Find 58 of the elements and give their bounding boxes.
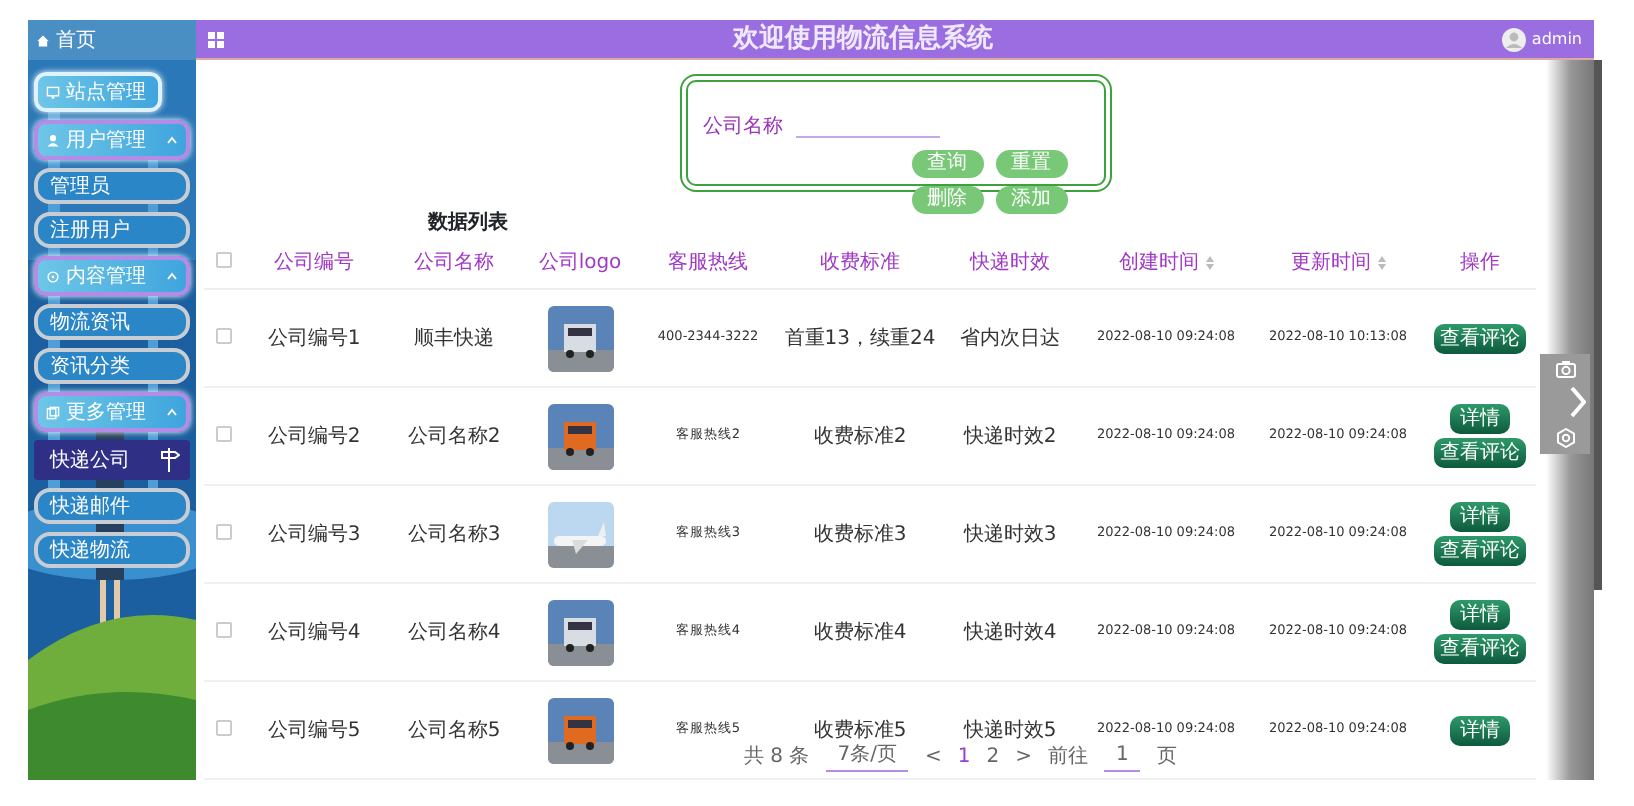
column-header[interactable]: 公司logo <box>538 251 622 274</box>
home-link[interactable]: 首页 <box>28 20 196 60</box>
page-title: 欢迎使用物流信息系统 <box>730 21 995 58</box>
details-button[interactable]: 详情 <box>1450 404 1510 434</box>
submenu-item[interactable]: 快递公司 <box>34 440 190 480</box>
submenu-item[interactable]: 快递邮件 <box>34 488 190 524</box>
table-cell: 公司编号5 <box>267 719 361 741</box>
column-header[interactable]: 快递时效 <box>970 251 1050 274</box>
column-header[interactable]: 更新时间 <box>1290 251 1378 274</box>
column-header[interactable]: 公司名称 <box>414 251 494 274</box>
page-input[interactable]: 1 <box>1104 740 1141 772</box>
table-cell: 收费标准4 <box>813 621 907 643</box>
table-cell: 快递时效4 <box>963 621 1057 643</box>
table-cell: 公司编号1 <box>267 327 361 349</box>
submenu-item[interactable]: 资讯分类 <box>34 348 190 384</box>
table-cell: 公司编号4 <box>267 621 361 643</box>
column-header[interactable]: 公司编号 <box>274 251 354 274</box>
table-cell: 收费标准3 <box>813 523 907 545</box>
table-cell: 公司编号2 <box>267 425 361 447</box>
page-size-select[interactable]: 7条/页 <box>825 740 909 772</box>
table-cell: 首重13，续重24 <box>784 327 936 349</box>
column-header[interactable]: 操作 <box>1460 251 1500 274</box>
page-number[interactable]: 1 <box>957 741 971 771</box>
table-cell: 省内次日达 <box>960 327 1060 349</box>
submenu-item[interactable]: 管理员 <box>34 168 190 204</box>
column-header[interactable]: 客服热线 <box>668 251 748 274</box>
details-button[interactable]: 详情 <box>1450 715 1510 745</box>
comments-button[interactable]: 查看评论 <box>1434 634 1526 664</box>
total-count: 共 8 条 <box>744 743 810 771</box>
table-cell: 顺丰快递 <box>414 327 494 349</box>
table-cell: 快递时效5 <box>963 719 1057 741</box>
table-cell: 公司名称3 <box>407 523 501 545</box>
table-cell: 收费标准2 <box>813 425 907 447</box>
table-cell: 公司名称5 <box>407 719 501 741</box>
table-cell: 快递时效2 <box>963 425 1057 447</box>
table-cell: 公司编号3 <box>267 523 361 545</box>
comments-button[interactable]: 查看评论 <box>1434 323 1526 353</box>
comments-button[interactable]: 查看评论 <box>1434 438 1526 468</box>
table-cell: 收费标准5 <box>813 719 907 741</box>
next-page[interactable]: > <box>1015 741 1032 771</box>
table-cell: 公司名称4 <box>407 621 501 643</box>
submenu-item[interactable]: 物流资讯 <box>34 304 190 340</box>
prev-page[interactable]: < <box>924 741 942 771</box>
submenu-item[interactable]: 快递物流 <box>34 532 190 568</box>
submenu-item[interactable]: 注册用户 <box>34 212 190 248</box>
column-header[interactable]: 创建时间 <box>1118 251 1206 274</box>
page-suffix: 页 <box>1156 743 1177 771</box>
table-cell: 快递时效3 <box>963 523 1057 545</box>
details-button[interactable]: 详情 <box>1450 600 1510 630</box>
table-caption: 数据列表 <box>428 209 508 237</box>
field-label: 公司名称 <box>703 116 783 138</box>
page-number[interactable]: 2 <box>986 741 1000 771</box>
column-header[interactable]: 收费标准 <box>820 251 900 274</box>
username[interactable]: admin <box>1531 27 1582 51</box>
comments-button[interactable]: 查看评论 <box>1434 536 1526 566</box>
table-cell: 公司名称2 <box>407 425 501 447</box>
goto-label: 前往 <box>1048 743 1088 771</box>
details-button[interactable]: 详情 <box>1450 502 1510 532</box>
